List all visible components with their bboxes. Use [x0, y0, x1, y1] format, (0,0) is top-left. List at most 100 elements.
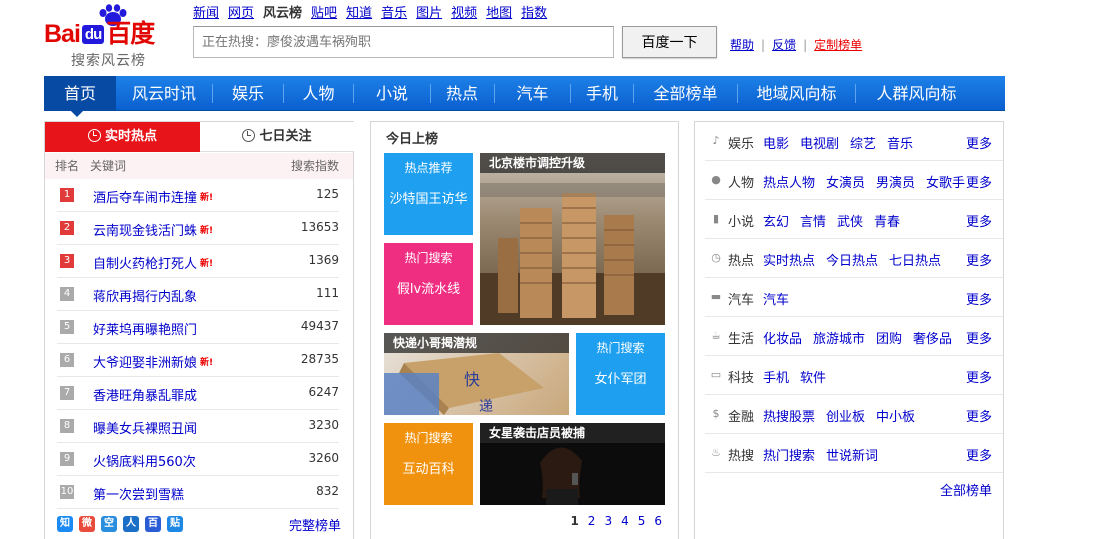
- tile-hot-search[interactable]: 热门搜索 假lv流水线: [384, 243, 473, 325]
- topnav-music[interactable]: 音乐: [381, 2, 407, 21]
- clock-icon: ◷: [711, 251, 721, 264]
- tile-hot-search[interactable]: 热门搜索 互动百科: [384, 423, 473, 505]
- baidu-logo[interactable]: Bai du 百度 搜索风云榜: [44, 4, 184, 69]
- all-lists-link[interactable]: 全部榜单: [940, 480, 992, 499]
- qzone-icon[interactable]: 空: [101, 516, 117, 532]
- search-button[interactable]: 百度一下: [622, 26, 717, 58]
- category-link[interactable]: 软件: [800, 371, 826, 386]
- topnav-images[interactable]: 图片: [416, 2, 442, 21]
- keyword-link[interactable]: 火锅底料用560次: [93, 451, 196, 470]
- nav-entertainment[interactable]: 娱乐: [213, 76, 283, 111]
- topnav-map[interactable]: 地图: [486, 2, 512, 21]
- category-link[interactable]: 中小板: [876, 410, 915, 425]
- keyword-link[interactable]: 云南现金钱活门蛛: [93, 220, 197, 239]
- photo-building[interactable]: 北京楼市调控升级: [480, 153, 665, 325]
- nav-people[interactable]: 人物: [284, 76, 353, 111]
- baidu-paw-icon[interactable]: 百: [145, 516, 161, 532]
- feedback-link[interactable]: 反馈: [772, 38, 796, 52]
- help-link[interactable]: 帮助: [730, 38, 754, 52]
- more-link[interactable]: 更多: [966, 445, 992, 464]
- category-link[interactable]: 奢侈品: [913, 332, 952, 347]
- category-link[interactable]: 世说新词: [826, 449, 878, 464]
- weibo-icon[interactable]: 微: [79, 516, 95, 532]
- full-list-link[interactable]: 完整榜单: [289, 515, 341, 534]
- tab-realtime[interactable]: 实时热点: [45, 122, 200, 152]
- more-link[interactable]: 更多: [966, 289, 992, 308]
- category-link[interactable]: 女演员: [826, 176, 865, 191]
- tieba-icon[interactable]: 贴: [167, 516, 183, 532]
- category-label: 金融: [728, 410, 755, 425]
- category-link[interactable]: 创业板: [826, 410, 865, 425]
- page-1-link[interactable]: 1: [570, 514, 578, 528]
- zhidao-icon[interactable]: 知: [57, 516, 73, 532]
- category-link[interactable]: 手机: [763, 371, 789, 386]
- category-link[interactable]: 玄幻: [763, 215, 789, 230]
- renren-icon[interactable]: 人: [123, 516, 139, 532]
- category-link[interactable]: 青春: [874, 215, 900, 230]
- category-link[interactable]: 化妆品: [763, 332, 802, 347]
- category-link[interactable]: 言情: [800, 215, 826, 230]
- more-link[interactable]: 更多: [966, 367, 992, 386]
- category-link[interactable]: 热搜股票: [763, 410, 815, 425]
- more-link[interactable]: 更多: [966, 250, 992, 269]
- topnav-web[interactable]: 网页: [228, 2, 254, 21]
- nav-region[interactable]: 地域风向标: [738, 76, 855, 111]
- category-link[interactable]: 音乐: [887, 137, 913, 152]
- category-link[interactable]: 热点人物: [763, 176, 815, 191]
- category-link[interactable]: 电影: [763, 137, 789, 152]
- topnav-news[interactable]: 新闻: [193, 2, 219, 21]
- topnav-tieba[interactable]: 贴吧: [311, 2, 337, 21]
- row-divider: [57, 508, 339, 509]
- nav-mobile[interactable]: 手机: [571, 76, 633, 111]
- category-link[interactable]: 男演员: [876, 176, 915, 191]
- topnav-zhidao[interactable]: 知道: [346, 2, 372, 21]
- more-link[interactable]: 更多: [966, 211, 992, 230]
- nav-hot[interactable]: 热点: [431, 76, 493, 111]
- keyword-link[interactable]: 曝美女兵裸照丑闻: [93, 418, 197, 437]
- category-link[interactable]: 电视剧: [800, 137, 839, 152]
- search-input[interactable]: [193, 26, 614, 58]
- category-link[interactable]: 七日热点: [889, 254, 941, 269]
- photo-courier[interactable]: 快 递 快递小哥揭潜规: [384, 333, 569, 415]
- keyword-link[interactable]: 好莱坞再曝艳照门: [93, 319, 197, 338]
- category-link[interactable]: 实时热点: [763, 254, 815, 269]
- photo-actress[interactable]: 女星袭击店员被捕: [480, 423, 665, 505]
- topnav-fengyunbang[interactable]: 风云榜: [263, 2, 302, 21]
- keyword-link[interactable]: 第一次尝到雪糕: [93, 484, 184, 503]
- keyword-link[interactable]: 大爷迎娶非洲新娘: [93, 352, 197, 371]
- nav-home[interactable]: 首页: [44, 76, 116, 111]
- page-3-link[interactable]: 3: [604, 514, 612, 528]
- keyword-link[interactable]: 香港旺角暴乱罪成: [93, 385, 197, 404]
- keyword-link[interactable]: 自制火药枪打死人: [93, 253, 197, 272]
- topnav-index[interactable]: 指数: [521, 2, 547, 21]
- more-link[interactable]: 更多: [966, 172, 992, 191]
- nav-novel[interactable]: 小说: [354, 76, 430, 111]
- keyword-link[interactable]: 酒后夺车闹市连撞: [93, 187, 197, 206]
- more-link[interactable]: 更多: [966, 328, 992, 347]
- nav-auto[interactable]: 汽车: [495, 76, 570, 111]
- page-6-link[interactable]: 6: [654, 514, 662, 528]
- nav-crowd[interactable]: 人群风向标: [856, 76, 977, 111]
- nav-news[interactable]: 风云时讯: [116, 76, 212, 111]
- category-link[interactable]: 武侠: [837, 215, 863, 230]
- tile-hot-recommend[interactable]: 热点推荐 沙特国王访华: [384, 153, 473, 235]
- tab-seven-days[interactable]: 七日关注: [200, 122, 354, 152]
- more-link[interactable]: 更多: [966, 133, 992, 152]
- topnav-video[interactable]: 视频: [451, 2, 477, 21]
- tile-hot-search[interactable]: 热门搜索 女仆军团: [576, 333, 665, 415]
- custom-list-link[interactable]: 定制榜单: [814, 38, 862, 52]
- category-link[interactable]: 团购: [876, 332, 902, 347]
- page-2-link[interactable]: 2: [588, 514, 596, 528]
- page-4-link[interactable]: 4: [621, 514, 629, 528]
- category-link[interactable]: 女歌手: [926, 176, 965, 191]
- nav-all-lists[interactable]: 全部榜单: [634, 76, 737, 111]
- hot-list-row: 9 火锅底料用560次 3260: [45, 443, 353, 476]
- page-5-link[interactable]: 5: [638, 514, 646, 528]
- category-link[interactable]: 今日热点: [826, 254, 878, 269]
- more-link[interactable]: 更多: [966, 406, 992, 425]
- category-link[interactable]: 汽车: [763, 293, 789, 308]
- category-link[interactable]: 综艺: [850, 137, 876, 152]
- keyword-link[interactable]: 蒋欣再揭行内乱象: [93, 286, 197, 305]
- category-link[interactable]: 旅游城市: [813, 332, 865, 347]
- category-link[interactable]: 热门搜索: [763, 449, 815, 464]
